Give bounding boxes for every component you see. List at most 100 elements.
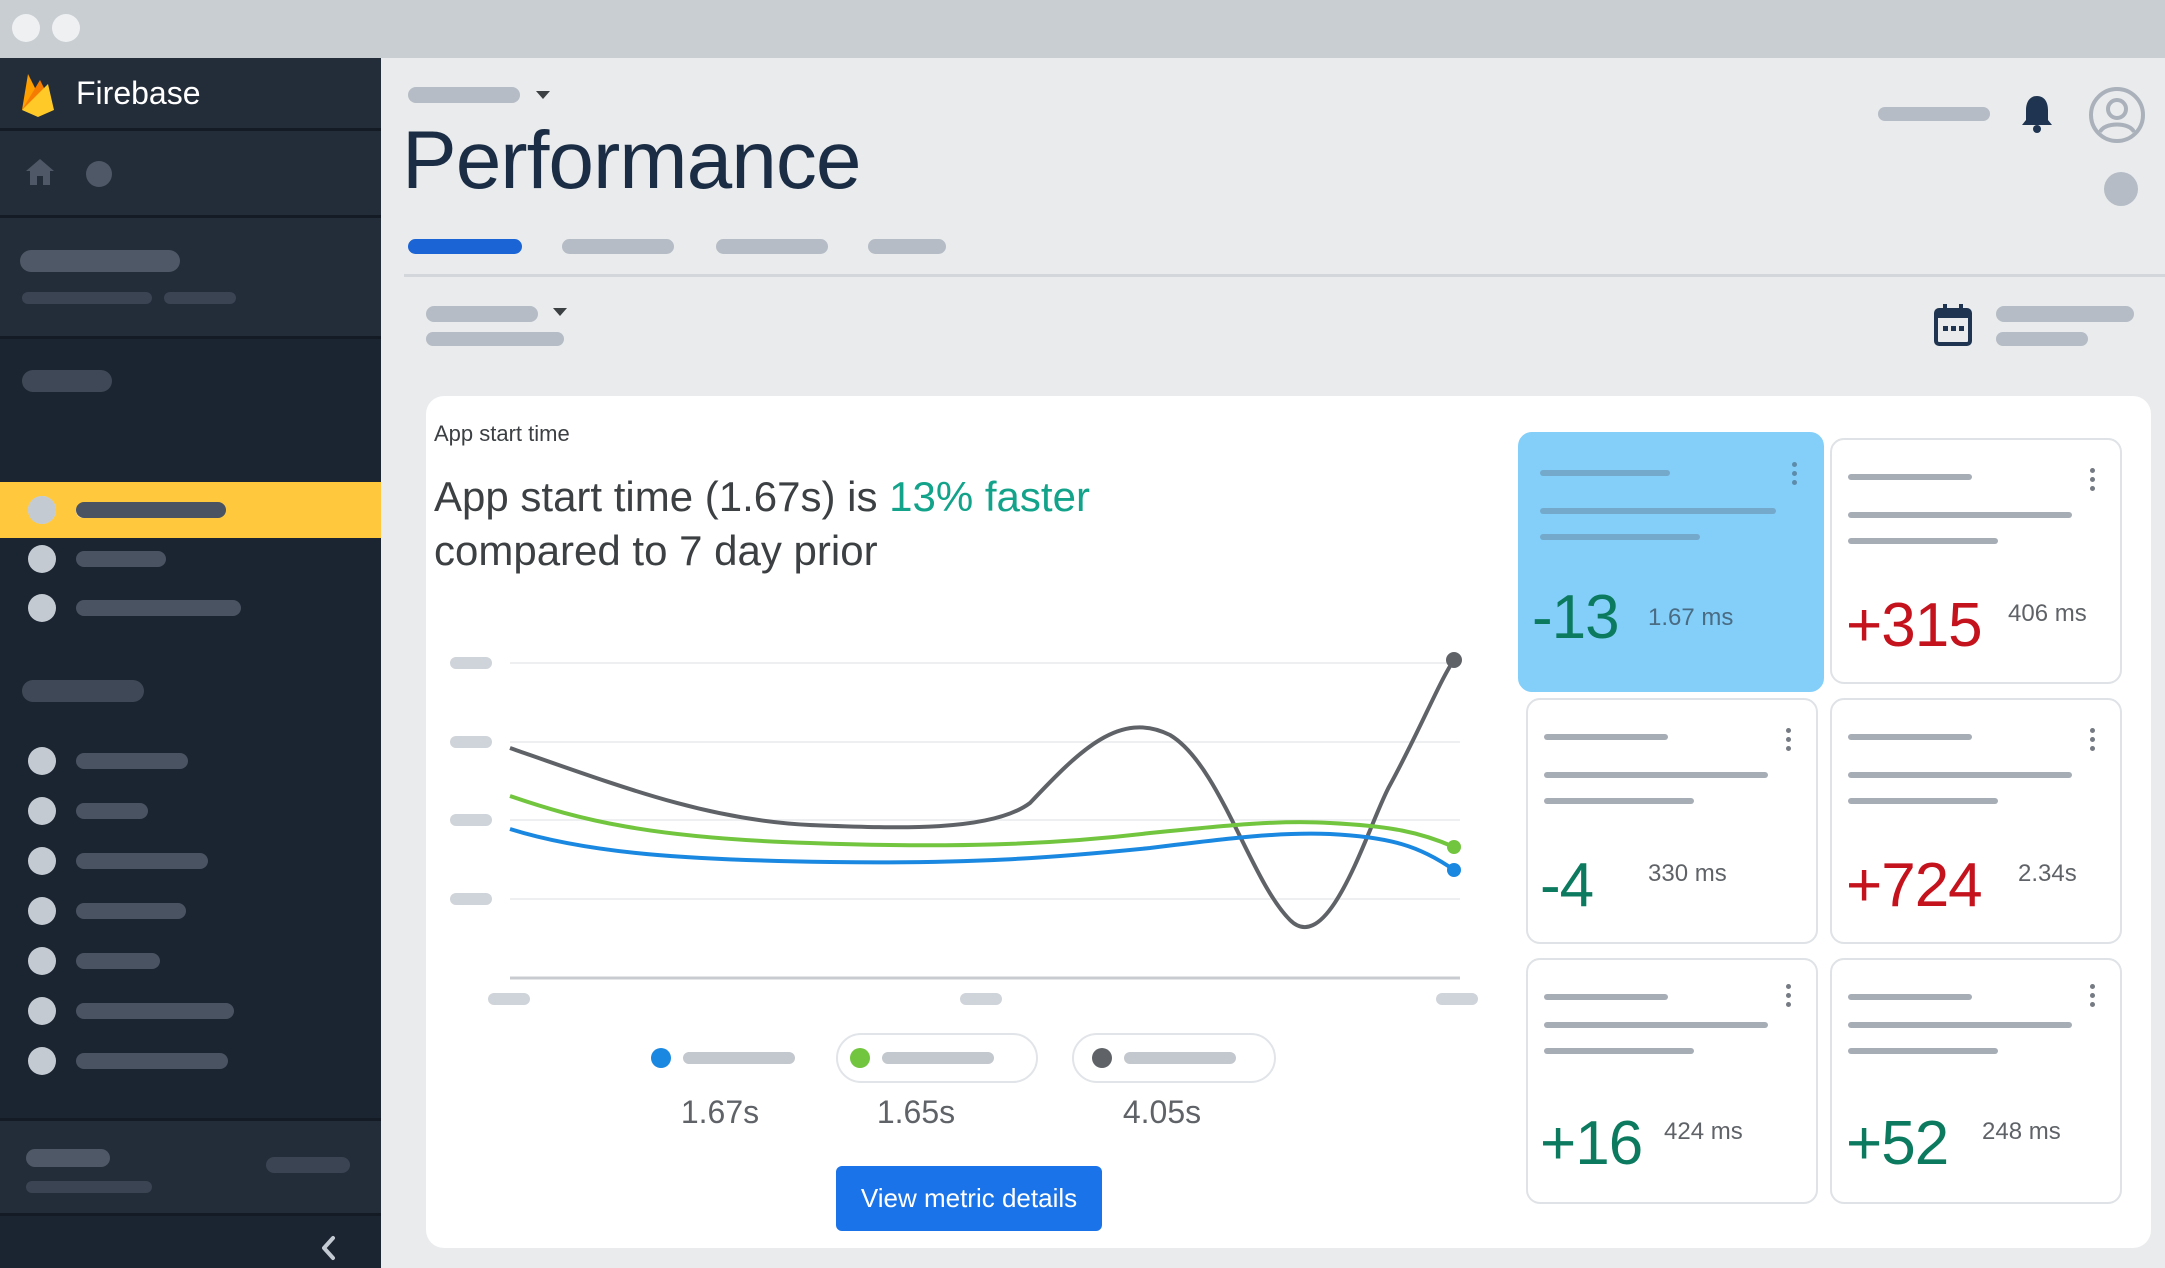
legend-value: 1.65s — [876, 1094, 956, 1130]
kebab-menu-icon[interactable] — [2090, 984, 2096, 1011]
filter-subtitle — [426, 332, 564, 346]
legend-item-green[interactable] — [836, 1033, 1038, 1083]
y-tick-placeholder — [450, 736, 492, 748]
series-endpoint-gray — [1446, 652, 1462, 668]
date-range-label[interactable] — [1996, 306, 2134, 322]
header-link-placeholder[interactable] — [1878, 107, 1990, 121]
breadcrumb[interactable] — [408, 87, 520, 103]
nav-item-label — [76, 903, 186, 919]
series-line-blue — [509, 827, 1456, 872]
tile-line-placeholder — [1544, 798, 1694, 804]
nav-item-label — [76, 551, 166, 567]
y-tick-placeholder — [450, 657, 492, 669]
legend-item-gray[interactable] — [1072, 1033, 1276, 1083]
nav-item-icon — [28, 594, 56, 622]
tab-placeholder[interactable] — [868, 239, 946, 254]
window-titlebar — [0, 0, 2165, 58]
x-tick-placeholder — [1436, 993, 1478, 1005]
kebab-menu-icon[interactable] — [1786, 728, 1792, 755]
tab-dashboard[interactable] — [408, 239, 522, 254]
metric-ms: 2.34s — [2018, 860, 2077, 887]
card-headline: App start time (1.67s) is 13% faster com… — [434, 470, 1090, 578]
metric-ms: 248 ms — [1982, 1118, 2061, 1145]
metric-delta: +724 — [1846, 851, 1983, 920]
tile-title-placeholder — [1540, 470, 1670, 476]
card-label: App start time — [434, 421, 570, 446]
home-icon[interactable] — [24, 157, 56, 187]
nav-item-icon — [28, 545, 56, 573]
window-close-button[interactable] — [12, 14, 40, 42]
metric-tile[interactable]: -13 1.67 ms — [1518, 432, 1824, 692]
project-name-placeholder — [20, 250, 180, 272]
series-endpoint-green — [1447, 840, 1461, 854]
nav-item-label — [76, 853, 208, 869]
legend-dot-green — [850, 1048, 870, 1068]
metric-tile[interactable]: -4 330 ms — [1526, 698, 1818, 944]
tile-line-placeholder — [1544, 1022, 1768, 1028]
tile-title-placeholder — [1848, 474, 1972, 480]
metric-tile[interactable]: +16 424 ms — [1526, 958, 1818, 1204]
tile-title-placeholder — [1848, 734, 1972, 740]
secondary-action-dot[interactable] — [2104, 172, 2138, 206]
nav-section-header — [22, 370, 112, 392]
sidebar-divider — [0, 336, 381, 339]
nav-item-label — [76, 753, 188, 769]
tile-line-placeholder — [1544, 1048, 1694, 1054]
nav-item-label — [76, 1053, 228, 1069]
date-range-sublabel — [1996, 332, 2088, 346]
account-icon[interactable] — [2088, 86, 2146, 144]
tile-title-placeholder — [1544, 994, 1668, 1000]
metric-delta: -13 — [1532, 583, 1620, 652]
tile-line-placeholder — [1848, 538, 1998, 544]
shortcut-dot[interactable] — [86, 161, 112, 187]
page-title: Performance — [402, 115, 861, 206]
bell-icon[interactable] — [2018, 92, 2056, 134]
firebase-flame-icon — [22, 74, 54, 117]
legend-label-placeholder — [882, 1052, 994, 1064]
footer-action-placeholder — [266, 1157, 350, 1173]
metric-tile[interactable]: +52 248 ms — [1830, 958, 2122, 1204]
dropdown-arrow-icon[interactable] — [552, 306, 568, 318]
nav-item-icon — [28, 897, 56, 925]
metric-tile[interactable]: +724 2.34s — [1830, 698, 2122, 944]
nav-item-icon — [28, 797, 56, 825]
project-subtitle-placeholder — [22, 292, 152, 304]
nav-item-icon — [28, 747, 56, 775]
view-metric-details-button[interactable]: View metric details — [836, 1166, 1102, 1231]
line-chart — [450, 652, 1478, 1005]
chevron-left-icon[interactable] — [318, 1234, 340, 1262]
project-selector[interactable] — [0, 218, 381, 336]
metric-ms: 424 ms — [1664, 1118, 1743, 1145]
footer-label-placeholder — [26, 1149, 110, 1167]
calendar-icon[interactable] — [1932, 302, 1974, 348]
tab-divider — [404, 274, 2165, 277]
tile-title-placeholder — [1544, 734, 1668, 740]
tile-line-placeholder — [1848, 1048, 1998, 1054]
sidebar-footer — [0, 1121, 381, 1213]
dropdown-arrow-icon[interactable] — [534, 88, 552, 102]
nav-section-header — [22, 680, 144, 702]
y-tick-placeholders — [450, 657, 492, 905]
tab-placeholder[interactable] — [562, 239, 674, 254]
legend-dot-gray — [1092, 1048, 1112, 1068]
kebab-menu-icon[interactable] — [1792, 462, 1798, 489]
kebab-menu-icon[interactable] — [2090, 468, 2096, 495]
headline-text: App start time (1.67s) is — [434, 473, 890, 520]
project-subtitle-placeholder — [164, 292, 236, 304]
kebab-menu-icon[interactable] — [1786, 984, 1792, 1011]
nav-item-label — [76, 600, 241, 616]
metric-ms: 1.67 ms — [1648, 604, 1734, 631]
legend-label-placeholder — [683, 1052, 795, 1064]
sidebar: Firebase — [0, 58, 381, 1268]
metric-delta: +315 — [1846, 591, 1983, 660]
tile-line-placeholder — [1544, 772, 1768, 778]
filter-dropdown[interactable] — [426, 306, 538, 322]
window-minimize-button[interactable] — [52, 14, 80, 42]
legend-dot-blue — [651, 1048, 671, 1068]
kebab-menu-icon[interactable] — [2090, 728, 2096, 755]
metric-tile[interactable]: +315 406 ms — [1830, 438, 2122, 684]
tab-placeholder[interactable] — [716, 239, 828, 254]
y-tick-placeholder — [450, 893, 492, 905]
nav-item-label — [76, 953, 160, 969]
tile-line-placeholder — [1540, 508, 1776, 514]
